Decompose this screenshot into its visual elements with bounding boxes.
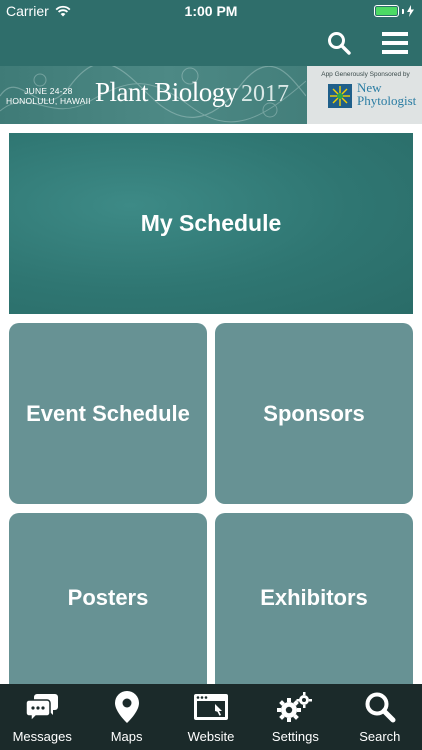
chat-bubbles-icon [25,694,59,722]
menu-button[interactable] [378,26,412,60]
exhibitors-tile[interactable]: Exhibitors [215,513,413,713]
event-schedule-tile[interactable]: Event Schedule [9,323,207,504]
banner-year: 2017 [241,81,289,107]
sponsors-label: Sponsors [263,400,365,426]
gears-icon [277,692,313,722]
event-dates: JUNE 24-28 HONOLULU, HAWAII [6,86,91,106]
hamburger-menu-icon [382,32,408,54]
top-bar: Carrier 1:00 PM [0,0,422,66]
search-icon [328,32,351,55]
sponsors-tile[interactable]: Sponsors [215,323,413,504]
tab-maps[interactable]: Maps [84,684,168,750]
status-bar: Carrier 1:00 PM [0,0,422,22]
event-schedule-label: Event Schedule [26,400,190,426]
posters-tile[interactable]: Posters [9,513,207,713]
my-schedule-label: My Schedule [140,210,282,236]
sunburst-logo-icon [328,84,352,108]
tab-messages-label: Messages [12,729,72,744]
tab-settings-label: Settings [271,729,319,744]
sponsor-panel[interactable]: App Generously Sponsored by New Phytolog… [307,66,422,124]
charging-bolt-icon [407,5,414,17]
clock: 1:00 PM [184,3,238,19]
event-dates-line: JUNE 24-28 [24,86,73,96]
tab-search-label: Search [359,729,401,744]
battery-icon [374,5,414,17]
nav-actions [322,26,412,60]
tab-bar: Messages Maps Website Settings Search [0,684,422,750]
my-schedule-tile[interactable]: My Schedule [9,133,413,314]
posters-label: Posters [67,585,149,610]
sponsor-label: App Generously Sponsored by [321,71,410,78]
tab-website[interactable]: Website [169,684,253,750]
search-icon [365,692,396,723]
tab-maps-label: Maps [110,729,143,744]
map-pin-icon [114,691,139,723]
tab-search[interactable]: Search [338,684,422,750]
exhibitors-label: Exhibitors [260,585,368,610]
banner-title: Plant Biology [95,77,238,107]
sponsor-name: New Phytologist [357,81,416,107]
tab-website-label: Website [187,729,235,744]
browser-window-icon [194,694,229,720]
sponsor-name-line2: Phytologist [357,93,417,108]
event-location-line: HONOLULU, HAWAII [6,96,91,106]
tab-messages[interactable]: Messages [0,684,84,750]
conference-banner[interactable]: JUNE 24-28 HONOLULU, HAWAII Plant Biolog… [0,66,422,124]
tab-settings[interactable]: Settings [253,684,337,750]
search-button[interactable] [322,26,356,60]
